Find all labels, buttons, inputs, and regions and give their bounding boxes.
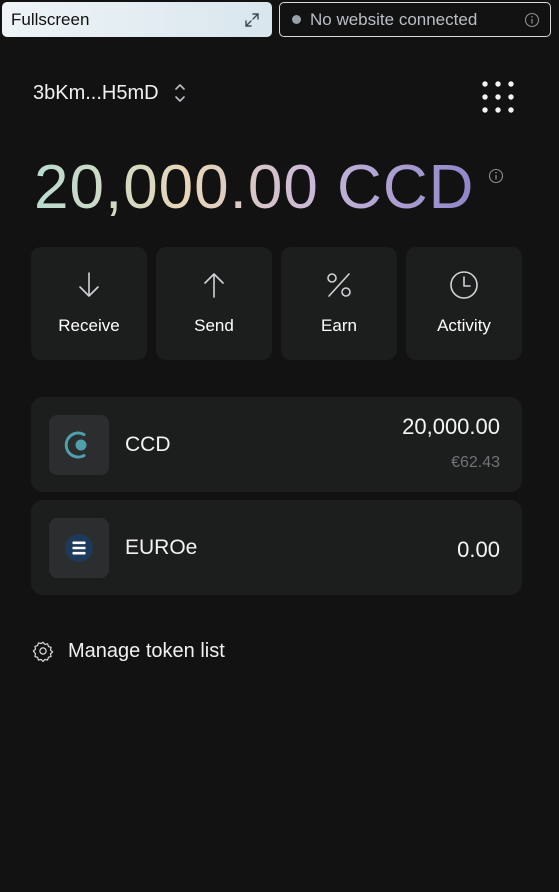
token-amount: 0.00 — [457, 537, 500, 562]
grid-menu-icon[interactable] — [481, 80, 515, 114]
top-bar: Fullscreen No website connected — [0, 0, 559, 40]
connection-label: No website connected — [310, 9, 478, 29]
token-row-ccd[interactable]: CCD 20,000.00 €62.43 — [31, 397, 522, 492]
token-row-euroe[interactable]: EUROe 0.00 — [31, 500, 522, 595]
status-dot — [292, 15, 301, 24]
info-icon[interactable] — [524, 12, 540, 28]
connection-status[interactable]: No website connected — [279, 2, 551, 37]
activity-label: Activity — [437, 316, 491, 335]
activity-button[interactable]: Activity — [406, 247, 522, 360]
token-icon — [49, 415, 109, 475]
info-icon[interactable] — [488, 168, 504, 184]
fullscreen-label: Fullscreen — [11, 9, 90, 29]
earn-button[interactable]: Earn — [281, 247, 397, 360]
token-fiat-value: €62.43 — [451, 454, 500, 471]
manage-token-list-label: Manage token list — [68, 639, 225, 662]
arrow-up-icon — [204, 273, 224, 298]
token-name: EUROe — [125, 536, 198, 559]
balance-display: 20,000.00 CCD — [34, 150, 504, 230]
token-name: CCD — [125, 433, 171, 456]
receive-button[interactable]: Receive — [31, 247, 147, 360]
arrow-down-icon — [79, 272, 99, 297]
euroe-logo-icon — [65, 534, 93, 562]
ccd-logo-icon — [64, 431, 87, 459]
clock-icon — [450, 271, 478, 299]
manage-token-list-button[interactable]: Manage token list — [32, 637, 225, 665]
percent-icon — [327, 273, 351, 297]
account-selector[interactable]: 3bKm...H5mD — [33, 80, 187, 106]
balance-amount: 20,000.00 CCD — [34, 150, 474, 226]
send-label: Send — [194, 316, 234, 335]
account-address: 3bKm...H5mD — [33, 81, 159, 104]
action-buttons: Receive Send Earn Activity — [31, 247, 522, 360]
token-icon — [49, 518, 109, 578]
fullscreen-button[interactable]: Fullscreen — [2, 2, 272, 37]
chevron-updown-icon — [174, 84, 185, 102]
send-button[interactable]: Send — [156, 247, 272, 360]
gear-icon — [32, 641, 54, 662]
token-amount: 20,000.00 — [402, 414, 500, 439]
receive-label: Receive — [58, 316, 120, 335]
expand-icon — [245, 13, 259, 27]
earn-label: Earn — [321, 316, 357, 335]
